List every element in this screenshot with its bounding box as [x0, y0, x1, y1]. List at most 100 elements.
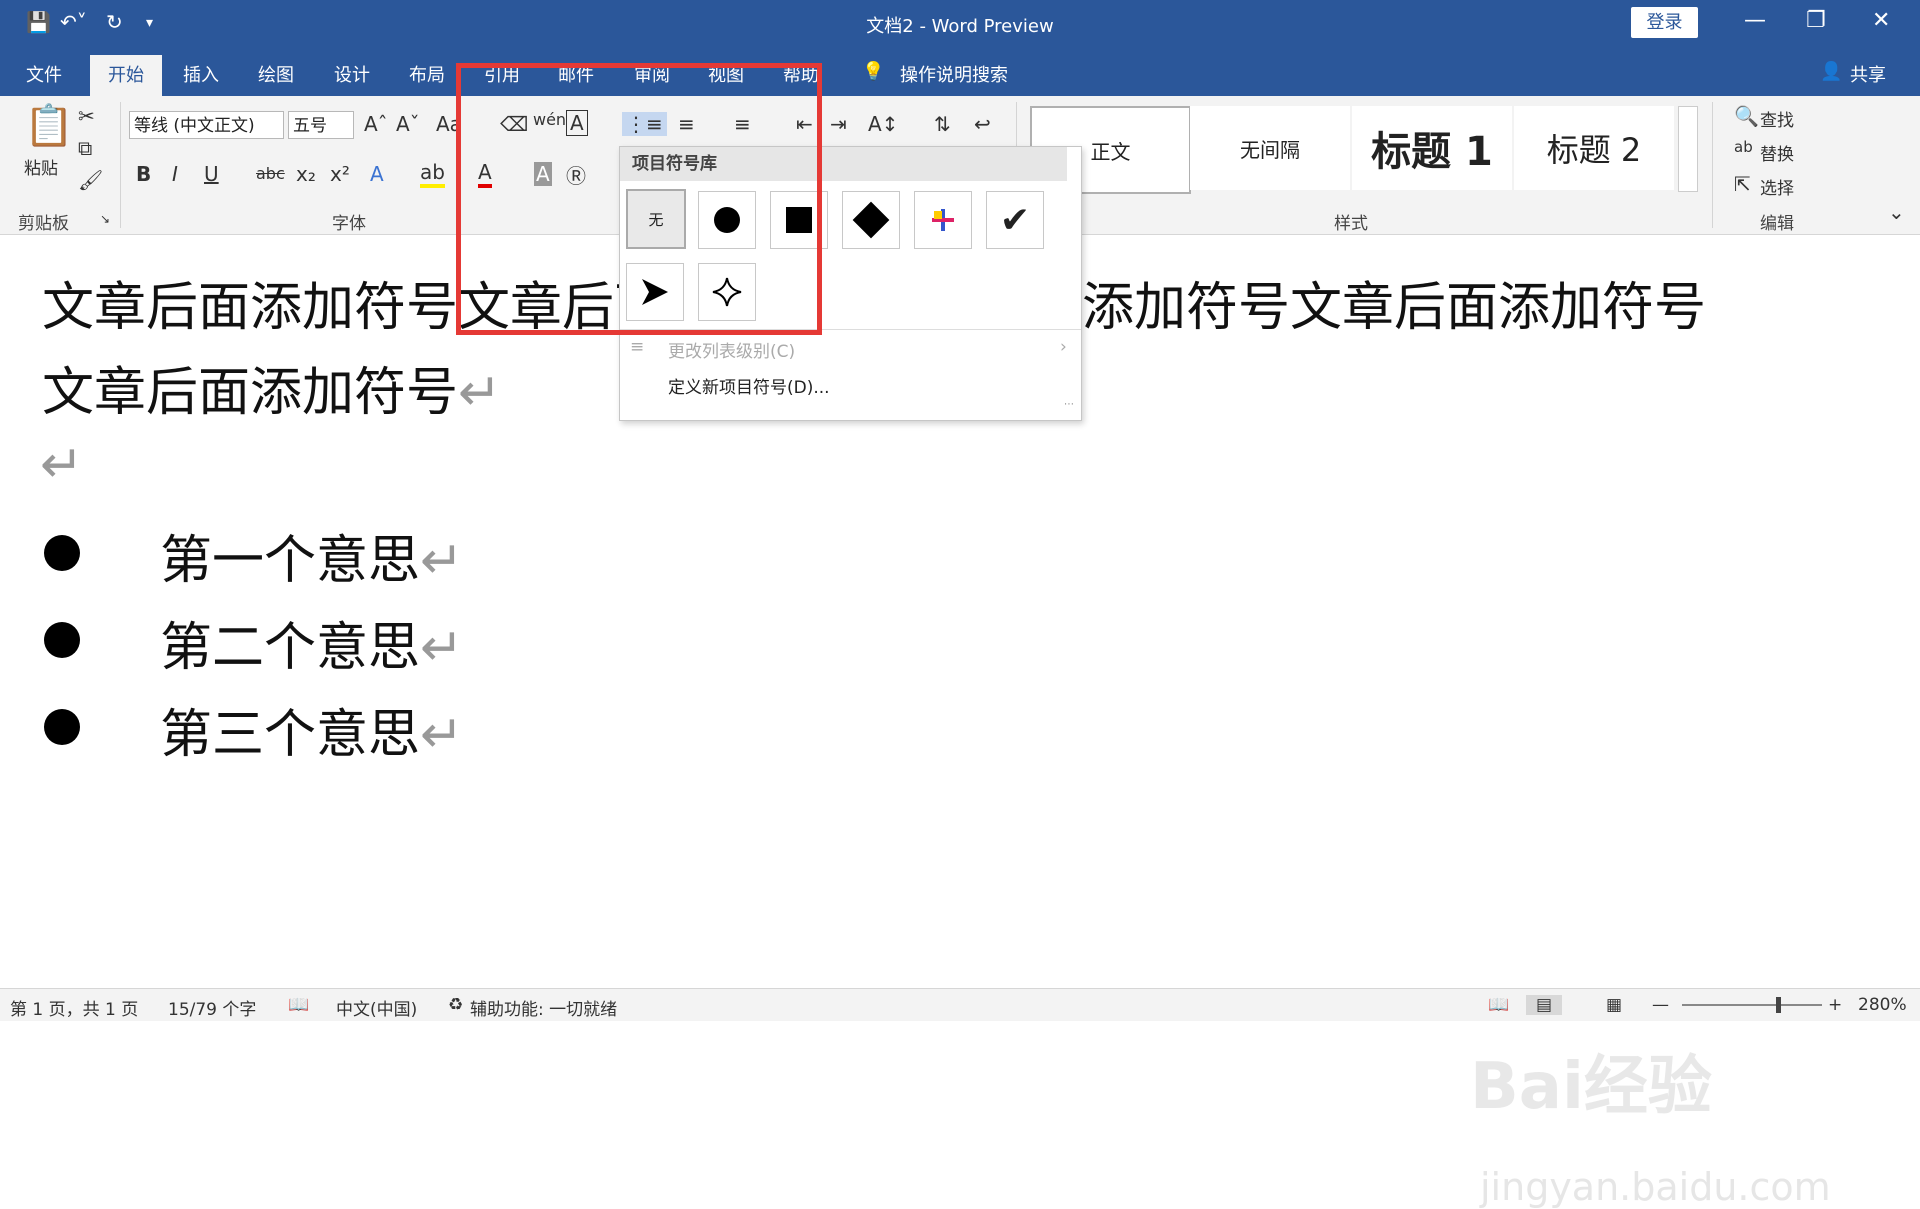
list-item-text: 第一个意思 [160, 531, 421, 591]
bold-icon[interactable]: B [136, 162, 151, 186]
style-normal-label: 正文 [1090, 139, 1131, 164]
grow-font-icon[interactable]: Aˆ [364, 112, 388, 136]
annotation-highlight-box [456, 63, 822, 335]
style-nospacing[interactable]: 无间隔 [1190, 106, 1350, 190]
italic-icon[interactable]: I [172, 162, 178, 186]
font-size-select[interactable]: 五号 [288, 111, 354, 139]
read-mode-icon[interactable]: 📖 [1488, 995, 1509, 1015]
watermark-logo: Bai经验 [1470, 1050, 1712, 1124]
doc-paragraph-2: 文章后面添加符号↵ [42, 350, 502, 425]
web-layout-icon[interactable]: ▦ [1606, 995, 1622, 1015]
zoom-slider-thumb[interactable] [1776, 997, 1781, 1013]
share-button[interactable]: 共享 [1850, 61, 1886, 87]
collapse-ribbon-icon[interactable]: ⌄ [1888, 200, 1905, 224]
filled-diamond-icon [852, 201, 890, 239]
tab-file[interactable]: 文件 [26, 61, 62, 87]
zoom-level[interactable]: 280% [1858, 995, 1907, 1015]
bullet-diamond[interactable] [842, 191, 900, 249]
tab-insert[interactable]: 插入 [183, 61, 219, 87]
font-family-select[interactable]: 等线 (中文正文) [129, 111, 284, 139]
select-button[interactable]: 选择 [1760, 174, 1794, 199]
bullet-dot [44, 535, 80, 571]
clipboard-group-label: 剪贴板 [18, 214, 69, 234]
accessibility-status[interactable]: 辅助功能: 一切就绪 [470, 995, 617, 1020]
word-count[interactable]: 15/79 个字 [168, 995, 256, 1020]
paragraph-mark: ↵ [420, 705, 464, 765]
subscript-icon[interactable]: x₂ [296, 162, 316, 186]
submenu-arrow-icon: › [1060, 337, 1067, 357]
list-item: 第二个意思↵ [160, 605, 464, 680]
bullet-dot [44, 622, 80, 658]
list-item: 第三个意思↵ [160, 692, 464, 767]
bullet-dot [44, 709, 80, 745]
bullet-checkmark[interactable]: ✔ [986, 191, 1044, 249]
restore-icon[interactable]: ❐ [1806, 8, 1826, 33]
style-heading1-label: 标题 1 [1371, 129, 1493, 175]
copy-icon[interactable]: ⧉ [78, 136, 92, 160]
style-nospacing-label: 无间隔 [1240, 137, 1300, 162]
color-cross-icon [932, 209, 954, 231]
strikethrough-icon[interactable]: abc [256, 164, 285, 183]
format-painter-icon[interactable]: 🖌 [78, 168, 103, 192]
styles-group-label: 样式 [1334, 214, 1368, 234]
find-icon: 🔍 [1734, 104, 1759, 128]
style-heading1[interactable]: 标题 1 [1352, 106, 1512, 190]
paragraph-mark: ↵ [420, 618, 464, 678]
share-icon[interactable]: 👤 [1820, 61, 1842, 82]
replace-icon: ab [1734, 138, 1753, 156]
zoom-slider[interactable] [1682, 1004, 1822, 1006]
find-button[interactable]: 查找 [1760, 106, 1794, 131]
style-heading2[interactable]: 标题 2 [1514, 106, 1674, 190]
watermark-url: jingyan.baidu.com [1480, 1165, 1831, 1209]
tab-design[interactable]: 设计 [334, 61, 370, 87]
bullet-star-color[interactable] [914, 191, 972, 249]
cut-icon[interactable]: ✂ [78, 104, 95, 128]
asian-layout-icon[interactable]: A↕ [868, 112, 898, 136]
page-count[interactable]: 第 1 页，共 1 页 [10, 995, 138, 1020]
font-group-label: 字体 [332, 214, 366, 234]
tab-home[interactable]: 开始 [90, 55, 162, 98]
increase-indent-icon[interactable]: ⇥ [830, 112, 847, 136]
show-marks-icon[interactable]: ↩ [974, 112, 991, 136]
language-indicator[interactable]: 中文(中国) [336, 995, 417, 1020]
underline-icon[interactable]: U [204, 162, 219, 186]
list-item-text: 第二个意思 [160, 618, 421, 678]
superscript-icon[interactable]: x² [330, 162, 350, 186]
tab-layout[interactable]: 布局 [409, 61, 445, 87]
styles-scroll[interactable] [1678, 106, 1698, 192]
sort-icon[interactable]: ⇅ [934, 112, 951, 136]
tell-me-search[interactable]: 操作说明搜索 [900, 61, 1008, 87]
replace-button[interactable]: 替换 [1760, 140, 1794, 165]
change-list-level-item: 更改列表级别(C) [668, 342, 796, 362]
title-bar: 💾 ↶˅ ↻ ▾ 文档2 - Word Preview 登录 — ❐ ✕ [0, 0, 1920, 47]
minimize-icon[interactable]: — [1744, 8, 1766, 33]
login-button[interactable]: 登录 [1631, 7, 1698, 38]
paragraph-mark: ↵ [458, 363, 502, 423]
style-heading2-label: 标题 2 [1546, 131, 1642, 169]
shrink-font-icon[interactable]: Aˇ [396, 112, 420, 136]
list-item: 第一个意思↵ [160, 518, 464, 593]
print-layout-icon[interactable]: ▤ [1526, 995, 1563, 1015]
resize-grip-icon[interactable]: ⋯ [1064, 399, 1074, 410]
editing-group-label: 编辑 [1760, 214, 1794, 234]
accessibility-icon: ♻ [448, 995, 464, 1015]
proofing-icon[interactable]: 📖 [288, 995, 309, 1015]
select-icon: ⇱ [1734, 172, 1751, 196]
doc-paragraph-2-text: 文章后面添加符号 [42, 363, 459, 423]
text-effects-icon[interactable]: A [370, 162, 384, 186]
close-icon[interactable]: ✕ [1872, 8, 1890, 33]
status-bar: 第 1 页，共 1 页 15/79 个字 📖 中文(中国) ♻ 辅助功能: 一切… [0, 988, 1920, 1021]
paste-icon[interactable]: 📋 [24, 102, 74, 149]
dialog-launcher-icon[interactable]: ↘ [100, 212, 110, 226]
list-level-icon: ≡ [630, 337, 645, 357]
zoom-in-icon[interactable]: + [1828, 995, 1842, 1015]
highlight-icon[interactable]: ab [420, 160, 445, 188]
ribbon-tabs: 文件 开始 插入 绘图 设计 布局 引用 邮件 审阅 视图 帮助 💡 操作说明搜… [0, 47, 1920, 98]
lightbulb-icon: 💡 [862, 61, 885, 82]
zoom-out-icon[interactable]: — [1652, 995, 1669, 1015]
paragraph-mark: ↵ [420, 531, 464, 591]
list-item-text: 第三个意思 [160, 705, 421, 765]
tab-draw[interactable]: 绘图 [258, 61, 294, 87]
define-new-bullet-item[interactable]: 定义新项目符号(D)... [668, 373, 830, 398]
paste-button[interactable]: 粘贴 [24, 154, 58, 179]
